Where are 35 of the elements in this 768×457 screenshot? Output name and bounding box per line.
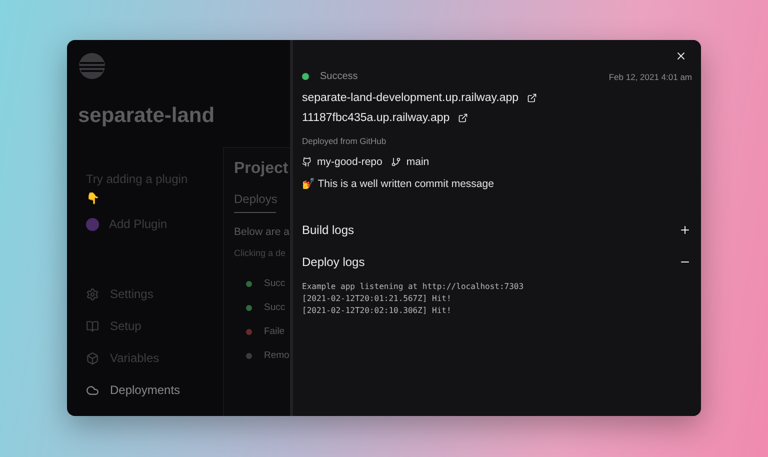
pointing-emoji: 👇 [86, 192, 101, 205]
branch-icon [391, 157, 402, 167]
commit-message: 💅 This is a well written commit message [302, 177, 495, 190]
logo-icon [78, 52, 106, 80]
panel-title: Project [234, 160, 290, 178]
log-line: Example app listening at http://localhost:7303 [302, 281, 525, 293]
deploy-url-link[interactable]: separate-land-development.up.railway.app [302, 92, 537, 104]
log-section-toggle[interactable]: Build logs [302, 214, 692, 246]
book-icon [86, 320, 99, 332]
deploy-status[interactable]: Remo [264, 350, 290, 361]
github-icon [302, 157, 312, 167]
log-line: [2021-02-12T20:01:21.567Z] Hit! [302, 293, 452, 305]
hint-text: Clicking a de [234, 248, 286, 258]
deploy-url-link[interactable]: 11187fbc435a.up.railway.app [302, 112, 468, 124]
expand-icon [679, 224, 691, 236]
branch-name: main [406, 156, 430, 168]
project-title: separate-land [78, 104, 216, 128]
deploys-tab[interactable]: Deploys [234, 192, 276, 213]
external-link-icon [458, 113, 468, 123]
log-section-toggle[interactable]: Deploy logs [302, 246, 692, 278]
gear-icon [86, 288, 99, 300]
cube-icon [86, 352, 99, 364]
deploy-date: Feb 12, 2021 4:01 am [608, 72, 692, 82]
source-label: Deployed from GitHub [302, 136, 388, 146]
sidebar-item[interactable]: Deployments [86, 381, 223, 399]
repo-name: my-good-repo [317, 156, 382, 168]
status-text: Success [320, 71, 359, 82]
deploy-status[interactable]: Faile [264, 326, 285, 337]
log-line: [2021-02-12T20:02:10.306Z] Hit! [302, 305, 452, 317]
close-icon [675, 50, 687, 62]
deploy-status[interactable]: Succ [264, 302, 286, 313]
intro-text: Below are a [234, 226, 290, 238]
external-link-icon [526, 93, 537, 103]
deploy-status[interactable]: Succ [264, 278, 286, 289]
cloud-icon [86, 384, 99, 396]
